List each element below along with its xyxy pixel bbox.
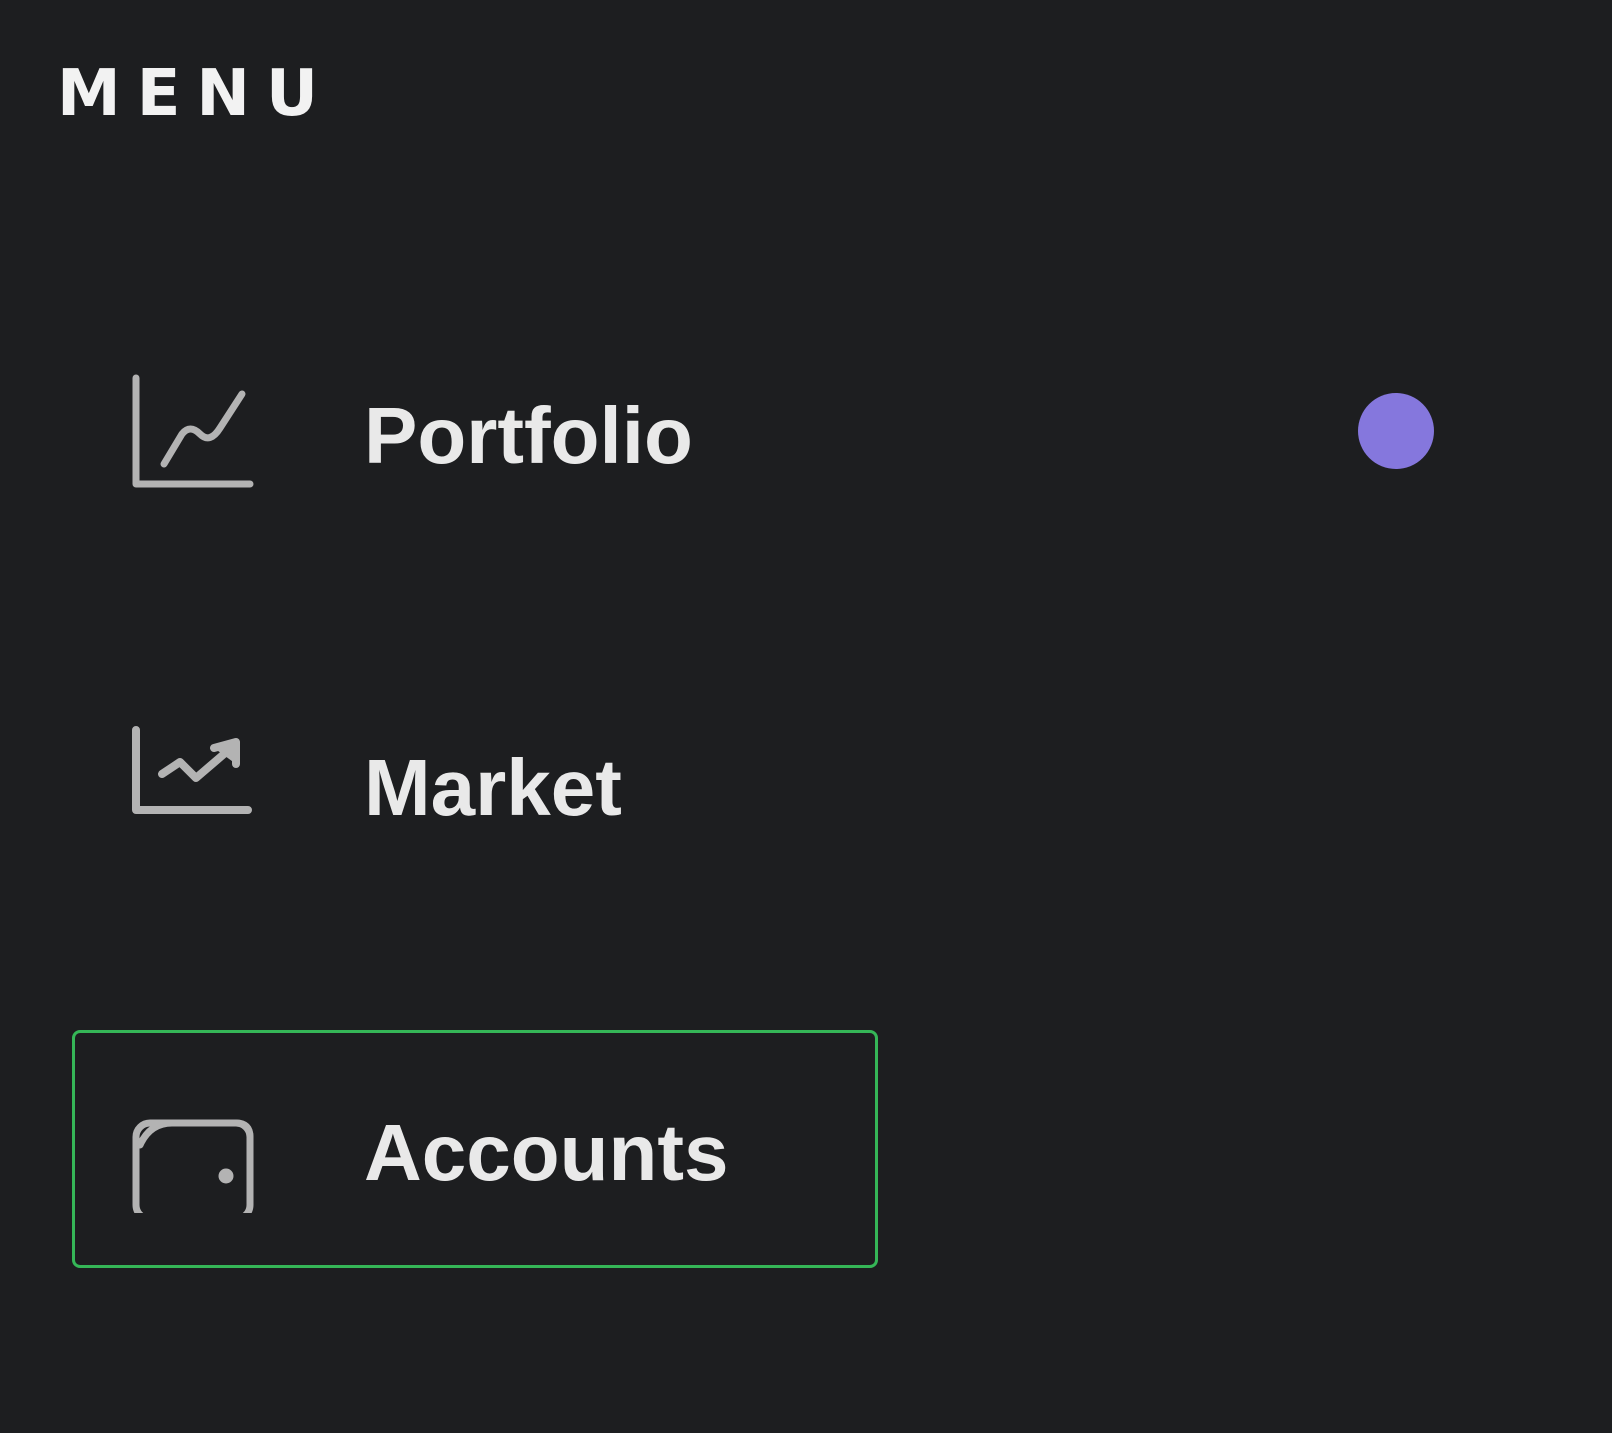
menu-item-accounts[interactable]: Accounts [72, 1030, 878, 1268]
trending-up-chart-icon [132, 724, 256, 848]
line-chart-icon [132, 372, 256, 496]
wallet-icon [132, 1089, 256, 1213]
sidebar-menu: MENU Portfolio Market Accounts [0, 0, 1612, 1433]
menu-heading: MENU [57, 57, 334, 131]
menu-item-label: Market [364, 743, 622, 832]
menu-item-label: Portfolio [364, 391, 693, 480]
menu-item-portfolio[interactable]: Portfolio [72, 313, 878, 551]
notification-dot [1358, 393, 1434, 469]
menu-item-market[interactable]: Market [72, 665, 878, 903]
menu-item-label: Accounts [364, 1108, 729, 1197]
